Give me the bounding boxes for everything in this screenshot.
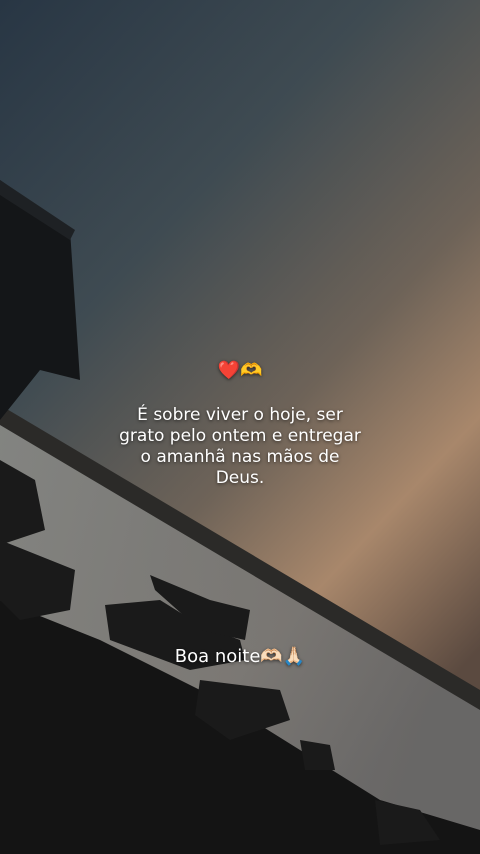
greeting-text: Boa noite🫶🏻🙏🏻	[174, 646, 306, 667]
emoji-line: ❤️🫶	[217, 360, 263, 381]
quote-text: É sobre viver o hoje, ser grato pelo ont…	[119, 405, 361, 488]
